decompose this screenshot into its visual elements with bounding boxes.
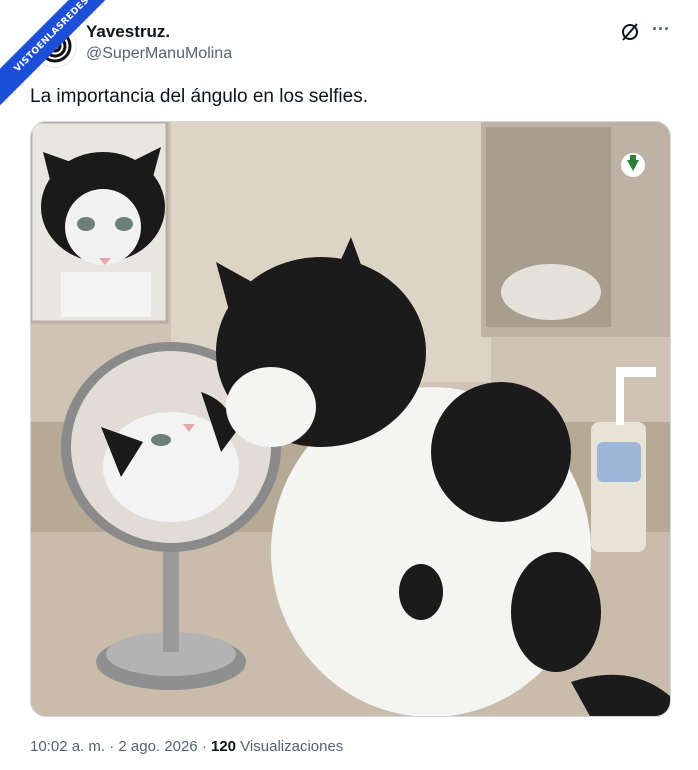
more-options-icon[interactable]: ··· <box>650 20 672 42</box>
views-count: 120 <box>210 738 237 755</box>
tweet-date[interactable]: 2 ago. 2026 <box>118 738 197 755</box>
meta-separator: · <box>201 738 207 755</box>
unlink-icon[interactable] <box>620 22 640 42</box>
tweet-time[interactable]: 10:02 a. m. <box>30 738 105 755</box>
tweet-photo[interactable] <box>30 121 671 717</box>
tweet-text: La importancia del ángulo en los selfies… <box>30 86 368 107</box>
user-handle[interactable]: @SuperManuMolina <box>86 45 232 63</box>
meta-separator: · <box>109 738 115 755</box>
tweet-meta: 10:02 a. m. · 2 ago. 2026 · 120 Visualiz… <box>30 738 343 755</box>
display-name[interactable]: Yavestruz. <box>86 22 170 42</box>
cat-mirror-photo <box>31 122 670 716</box>
views-label: Visualizaciones <box>240 738 344 755</box>
